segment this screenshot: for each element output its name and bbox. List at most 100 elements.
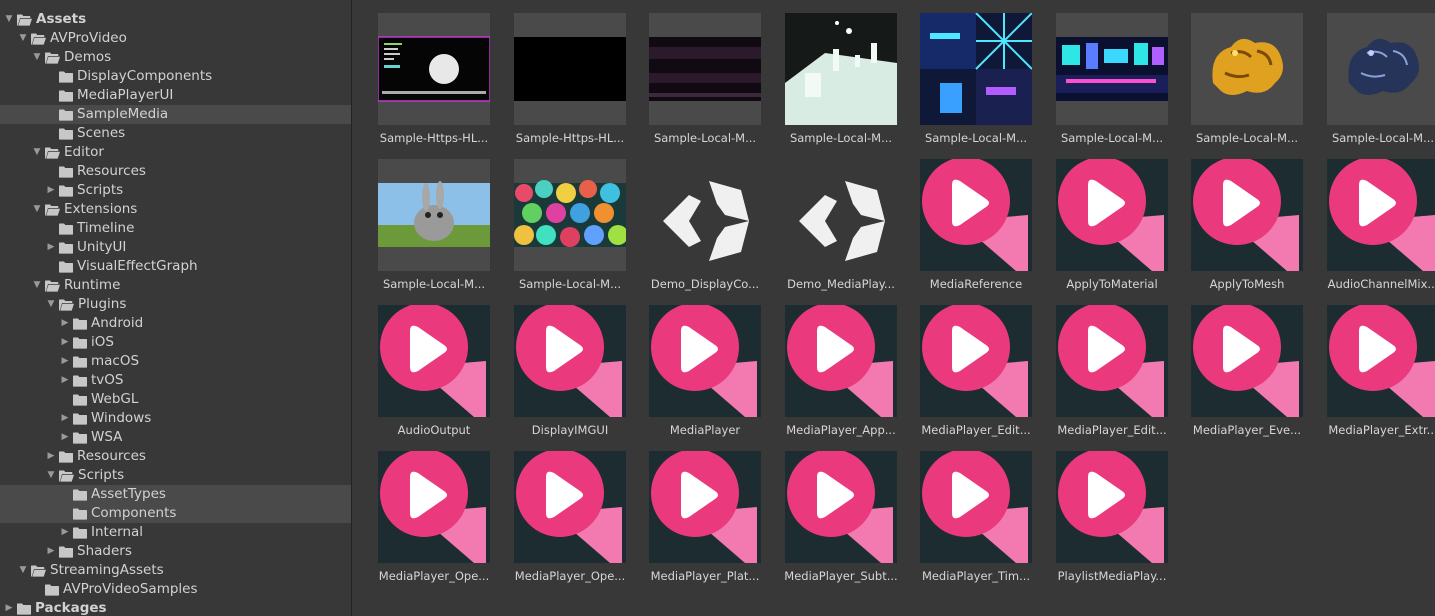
tree-item-avprovideo[interactable]: ▼ AVProVideo (0, 29, 351, 48)
expand-arrow-icon[interactable]: ▼ (18, 29, 28, 48)
tree-item-windows[interactable]: ▶ Windows (0, 409, 351, 428)
folder-icon (73, 489, 87, 501)
asset-tile[interactable]: ApplyToMaterial (1056, 159, 1168, 299)
collapse-arrow-icon[interactable]: ▶ (60, 523, 70, 542)
tree-item-extensions[interactable]: ▼ Extensions (0, 200, 351, 219)
tree-item-scripts[interactable]: ▼ Scripts (0, 466, 351, 485)
asset-tile[interactable]: MediaPlayer_Extr... (1327, 305, 1435, 445)
collapse-arrow-icon[interactable]: ▶ (4, 599, 14, 616)
collapse-arrow-icon[interactable]: ▶ (46, 542, 56, 561)
tree-item-scripts[interactable]: ▶ Scripts (0, 181, 351, 200)
asset-tile[interactable]: MediaPlayer_Subt... (784, 451, 898, 591)
asset-tile[interactable]: Sample-Local-M... (1191, 13, 1303, 153)
tree-item-label: Runtime (64, 277, 121, 293)
tree-item-runtime[interactable]: ▼ Runtime (0, 276, 351, 295)
tree-item-macos[interactable]: ▶ macOS (0, 352, 351, 371)
asset-label: MediaPlayer (669, 423, 741, 437)
asset-tile[interactable]: Demo_MediaPlay... (785, 159, 897, 299)
collapse-arrow-icon[interactable]: ▶ (60, 333, 70, 352)
asset-tile[interactable]: MediaPlayer_Ope... (514, 451, 626, 591)
expand-arrow-icon[interactable]: ▼ (18, 561, 28, 580)
asset-tile[interactable]: MediaPlayer_Ope... (378, 451, 490, 591)
collapse-arrow-icon[interactable]: ▶ (60, 428, 70, 447)
tree-item-resources[interactable]: ▶ Resources (0, 447, 351, 466)
asset-grid[interactable]: Sample-Https-HL... Sample-Https-HL... Samp… (352, 0, 1435, 616)
expand-arrow-icon[interactable]: ▼ (32, 143, 42, 162)
asset-tile[interactable]: MediaReference (920, 159, 1032, 299)
tree-item-packages[interactable]: ▶ Packages (0, 599, 351, 616)
asset-tile[interactable]: MediaPlayer_Eve... (1191, 305, 1303, 445)
video-thumbnail (1327, 13, 1435, 125)
project-window: ▼ Assets ▼ AVProVideo ▼ Demos DisplayComponent… (0, 0, 1435, 616)
asset-tile[interactable]: Demo_DisplayCo... (649, 159, 761, 299)
expand-arrow-icon[interactable]: ▼ (46, 295, 56, 314)
tree-item-label: WebGL (91, 391, 139, 407)
avpro-media-icon (649, 305, 761, 417)
collapse-arrow-icon[interactable]: ▶ (46, 447, 56, 466)
asset-tile[interactable]: MediaPlayer (649, 305, 761, 445)
folder-tree-panel[interactable]: ▼ Assets ▼ AVProVideo ▼ Demos DisplayComponent… (0, 0, 352, 616)
tree-item-plugins[interactable]: ▼ Plugins (0, 295, 351, 314)
tree-item-components[interactable]: Components (0, 504, 351, 523)
asset-tile[interactable]: Sample-Local-M... (1327, 13, 1435, 153)
expand-arrow-icon[interactable]: ▼ (32, 200, 42, 219)
asset-tile[interactable]: MediaPlayer_Edit... (920, 305, 1032, 445)
tree-item-android[interactable]: ▶ Android (0, 314, 351, 333)
tree-item-demos[interactable]: ▼ Demos (0, 48, 351, 67)
expand-arrow-icon[interactable]: ▼ (4, 10, 14, 29)
collapse-arrow-icon[interactable]: ▶ (46, 181, 56, 200)
asset-tile[interactable]: Sample-Local-M... (785, 13, 897, 153)
asset-tile[interactable]: ApplyToMesh (1191, 159, 1303, 299)
asset-tile[interactable]: Sample-Local-M... (378, 159, 490, 299)
collapse-arrow-icon[interactable]: ▶ (60, 371, 70, 390)
tree-item-streamingassets[interactable]: ▼ StreamingAssets (0, 561, 351, 580)
tree-item-avprovideosamples[interactable]: AVProVideoSamples (0, 580, 351, 599)
tree-item-mediaplayerui[interactable]: MediaPlayerUI (0, 86, 351, 105)
collapse-arrow-icon[interactable]: ▶ (46, 238, 56, 257)
asset-tile[interactable]: Sample-Https-HL... (514, 13, 626, 153)
folder-icon (73, 527, 87, 539)
asset-tile[interactable]: Sample-Local-M... (514, 159, 626, 299)
expand-arrow-icon[interactable]: ▼ (46, 466, 56, 485)
asset-tile[interactable]: PlaylistMediaPlay... (1056, 451, 1168, 591)
tree-item-assettypes[interactable]: AssetTypes (0, 485, 351, 504)
tree-item-wsa[interactable]: ▶ WSA (0, 428, 351, 447)
tree-item-visualeffectgraph[interactable]: VisualEffectGraph (0, 257, 351, 276)
asset-tile[interactable]: Sample-Local-M... (920, 13, 1032, 153)
asset-tile[interactable]: MediaPlayer_Edit... (1056, 305, 1168, 445)
tree-item-assets[interactable]: ▼ Assets (0, 10, 351, 29)
tree-item-shaders[interactable]: ▶ Shaders (0, 542, 351, 561)
asset-tile[interactable]: MediaPlayer_Plat... (649, 451, 761, 591)
asset-tile[interactable]: Sample-Https-HL... (378, 13, 490, 153)
tree-item-ios[interactable]: ▶ iOS (0, 333, 351, 352)
tree-item-displaycomponents[interactable]: DisplayComponents (0, 67, 351, 86)
asset-tile[interactable]: DisplayIMGUI (514, 305, 626, 445)
asset-tile[interactable]: MediaPlayer_Tim... (920, 451, 1032, 591)
asset-tile[interactable]: AudioChannelMix... (1327, 159, 1435, 299)
tree-item-resources[interactable]: Resources (0, 162, 351, 181)
tree-item-tvos[interactable]: ▶ tvOS (0, 371, 351, 390)
arrow-spacer (46, 86, 56, 105)
collapse-arrow-icon[interactable]: ▶ (60, 352, 70, 371)
asset-tile[interactable]: MediaPlayer_App... (785, 305, 897, 445)
asset-tile[interactable]: Sample-Local-M... (649, 13, 761, 153)
tree-item-unityui[interactable]: ▶ UnityUI (0, 238, 351, 257)
tree-item-scenes[interactable]: Scenes (0, 124, 351, 143)
avpro-media-icon (1327, 159, 1435, 271)
avpro-media-icon (1056, 159, 1168, 271)
asset-tile[interactable]: AudioOutput (378, 305, 490, 445)
collapse-arrow-icon[interactable]: ▶ (60, 314, 70, 333)
expand-arrow-icon[interactable]: ▼ (32, 48, 42, 67)
tree-item-editor[interactable]: ▼ Editor (0, 143, 351, 162)
tree-item-webgl[interactable]: WebGL (0, 390, 351, 409)
tree-item-timeline[interactable]: Timeline (0, 219, 351, 238)
tree-item-samplemedia[interactable]: SampleMedia (0, 105, 351, 124)
expand-arrow-icon[interactable]: ▼ (32, 276, 42, 295)
collapse-arrow-icon[interactable]: ▶ (60, 409, 70, 428)
asset-label: MediaPlayer_Plat... (650, 569, 760, 583)
tree-item-internal[interactable]: ▶ Internal (0, 523, 351, 542)
arrow-spacer (46, 162, 56, 181)
video-thumbnail (514, 159, 626, 271)
asset-tile[interactable]: Sample-Local-M... (1056, 13, 1168, 153)
asset-label: MediaPlayer_Edit... (921, 423, 1031, 437)
